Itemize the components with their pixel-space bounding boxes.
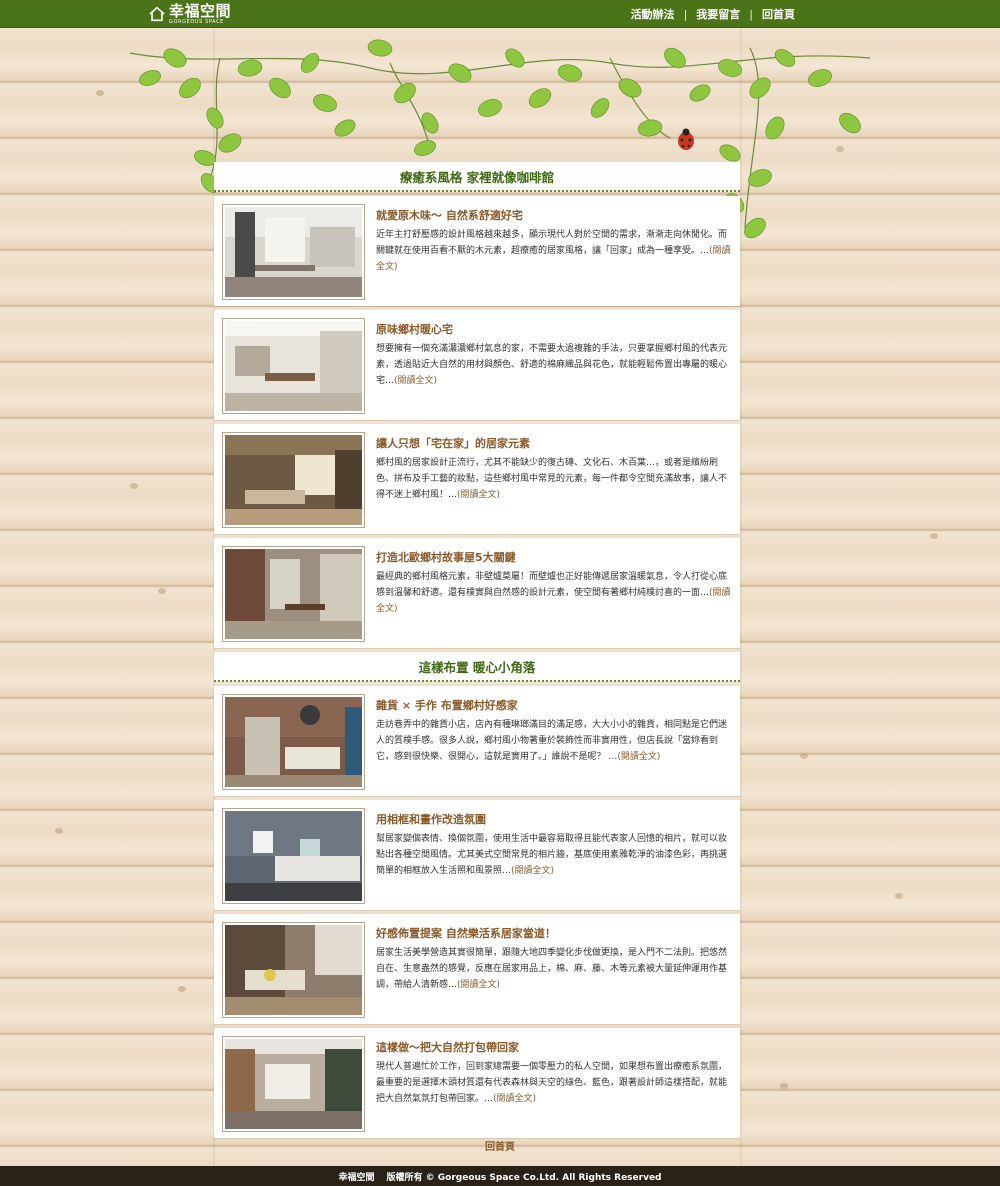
photo-placeholder-icon bbox=[225, 435, 362, 525]
article-title-link[interactable]: 這樣做～把大自然打包帶回家 bbox=[376, 1039, 732, 1055]
photo-placeholder-icon bbox=[225, 697, 362, 787]
read-more-link[interactable]: (閱讀全文) bbox=[511, 866, 554, 876]
nav-activity-rules[interactable]: 活動辦法 bbox=[631, 6, 675, 22]
nav-home[interactable]: 回首頁 bbox=[762, 6, 795, 22]
article-thumbnail[interactable] bbox=[222, 204, 365, 300]
article-title-link[interactable]: 讓人只想「宅在家」的居家元素 bbox=[376, 435, 732, 451]
article-card: 打造北歐鄉村故事屋5大關鍵 最經典的鄉村風格元素，非壁爐莫屬！而壁爐也正好能傳遞… bbox=[214, 538, 740, 648]
article-excerpt: 鄉村風的居家設計正流行，尤其不能缺少的復古磚、文化石、木百葉…，或者是繽紛刷色、… bbox=[376, 458, 728, 500]
article-thumbnail[interactable] bbox=[222, 432, 365, 528]
article-card: 原味鄉村暖心宅 想要擁有一個充滿濃濃鄉村氣息的家，不需要太過複雜的手法，只要掌握… bbox=[214, 310, 740, 420]
main-content: 療癒系風格 家裡就像咖啡館 就愛原木味～ 自然系舒適好宅 近年主打舒壓感的設計風… bbox=[214, 162, 740, 1142]
article-title-link[interactable]: 原味鄉村暖心宅 bbox=[376, 321, 732, 337]
nav-leave-message[interactable]: 我要留言 bbox=[696, 6, 740, 22]
article-thumbnail[interactable] bbox=[222, 808, 365, 904]
read-more-link[interactable]: (閱讀全文) bbox=[457, 490, 500, 500]
photo-placeholder-icon bbox=[225, 321, 362, 411]
article-card: 好感佈置提案 自然樂活系居家當道！ 居家生活美學營造其實很簡單，跟隨大地四季變化… bbox=[214, 914, 740, 1024]
article-thumbnail[interactable] bbox=[222, 318, 365, 414]
section-title: 療癒系風格 家裡就像咖啡館 bbox=[214, 162, 740, 192]
footer: 幸福空間 版權所有 © Gorgeous Space Co.Ltd. All R… bbox=[0, 1166, 1000, 1186]
article-thumbnail[interactable] bbox=[222, 922, 365, 1018]
logo-title: 幸福空間 bbox=[169, 1, 232, 20]
article-title-link[interactable]: 用相框和畫作改造氛圍 bbox=[376, 811, 732, 827]
section-title: 這樣布置 暖心小角落 bbox=[214, 652, 740, 682]
footer-copyright: 版權所有 © Gorgeous Space Co.Ltd. All Rights… bbox=[386, 1172, 662, 1183]
article-excerpt: 最經典的鄉村風格元素，非壁爐莫屬！而壁爐也正好能傳遞居家溫暖氣息，令人打從心底感… bbox=[376, 572, 731, 614]
photo-placeholder-icon bbox=[225, 811, 362, 901]
article-card: 就愛原木味～ 自然系舒適好宅 近年主打舒壓感的設計風格越來越多，顯示現代人對於空… bbox=[214, 196, 740, 306]
article-title-link[interactable]: 雜貨 × 手作 布置鄉村好感家 bbox=[376, 697, 732, 713]
article-excerpt: 幫居家變個表情、換個氛圍，使用生活中最容易取得且能代表家人回憶的相片，就可以妝點… bbox=[376, 834, 728, 876]
nav-separator: | bbox=[683, 7, 688, 21]
article-excerpt: 想要擁有一個充滿濃濃鄉村氣息的家，不需要太過複雜的手法，只要掌握鄉村風的代表元素… bbox=[376, 344, 728, 386]
read-more-link[interactable]: (閱讀全文) bbox=[617, 752, 660, 762]
house-icon bbox=[149, 6, 165, 22]
article-title-link[interactable]: 打造北歐鄉村故事屋5大關鍵 bbox=[376, 549, 732, 565]
photo-placeholder-icon bbox=[225, 207, 362, 297]
photo-placeholder-icon bbox=[225, 549, 362, 639]
back-to-home-link[interactable]: 回首頁 bbox=[0, 1138, 1000, 1153]
read-more-link[interactable]: (閱讀全文) bbox=[457, 980, 500, 990]
top-header-bar: 幸福空間 GORGEOUS SPACE 活動辦法 | 我要留言 | 回首頁 bbox=[0, 0, 1000, 28]
footer-brand: 幸福空間 bbox=[338, 1172, 375, 1183]
article-excerpt: 近年主打舒壓感的設計風格越來越多，顯示現代人對於空間的需求，漸漸走向休閒化。而關… bbox=[376, 230, 731, 272]
article-thumbnail[interactable] bbox=[222, 1036, 365, 1132]
logo-subtitle: GORGEOUS SPACE bbox=[169, 18, 224, 25]
article-title-link[interactable]: 好感佈置提案 自然樂活系居家當道！ bbox=[376, 925, 732, 941]
article-excerpt: 走訪巷弄中的雜貨小店，店內有種琳瑯滿目的滿足感，大大小小的雜貨，相同點是它們迷人… bbox=[376, 720, 728, 762]
article-thumbnail[interactable] bbox=[222, 694, 365, 790]
article-title-link[interactable]: 就愛原木味～ 自然系舒適好宅 bbox=[376, 207, 732, 223]
site-logo[interactable]: 幸福空間 GORGEOUS SPACE bbox=[148, 3, 231, 25]
article-card: 讓人只想「宅在家」的居家元素 鄉村風的居家設計正流行，尤其不能缺少的復古磚、文化… bbox=[214, 424, 740, 534]
nav-separator: | bbox=[749, 7, 753, 21]
photo-placeholder-icon bbox=[225, 925, 362, 1015]
top-navigation: 活動辦法 | 我要留言 | 回首頁 bbox=[631, 0, 795, 28]
article-thumbnail[interactable] bbox=[222, 546, 365, 642]
article-card: 用相框和畫作改造氛圍 幫居家變個表情、換個氛圍，使用生活中最容易取得且能代表家人… bbox=[214, 800, 740, 910]
read-more-link[interactable]: (閱讀全文) bbox=[493, 1094, 536, 1104]
photo-placeholder-icon bbox=[225, 1039, 362, 1129]
article-card: 雜貨 × 手作 布置鄉村好感家 走訪巷弄中的雜貨小店，店內有種琳瑯滿目的滿足感，… bbox=[214, 686, 740, 796]
read-more-link[interactable]: (閱讀全文) bbox=[394, 376, 437, 386]
article-excerpt: 居家生活美學營造其實很簡單，跟隨大地四季變化步伐做更換，是入門不二法則。把悠然自… bbox=[376, 948, 728, 990]
article-card: 這樣做～把大自然打包帶回家 現代人普遍忙於工作，回到家總需要一個零壓力的私人空間… bbox=[214, 1028, 740, 1138]
article-excerpt: 現代人普遍忙於工作，回到家總需要一個零壓力的私人空間，如果想布置出療癒系氛圍，最… bbox=[376, 1062, 728, 1104]
